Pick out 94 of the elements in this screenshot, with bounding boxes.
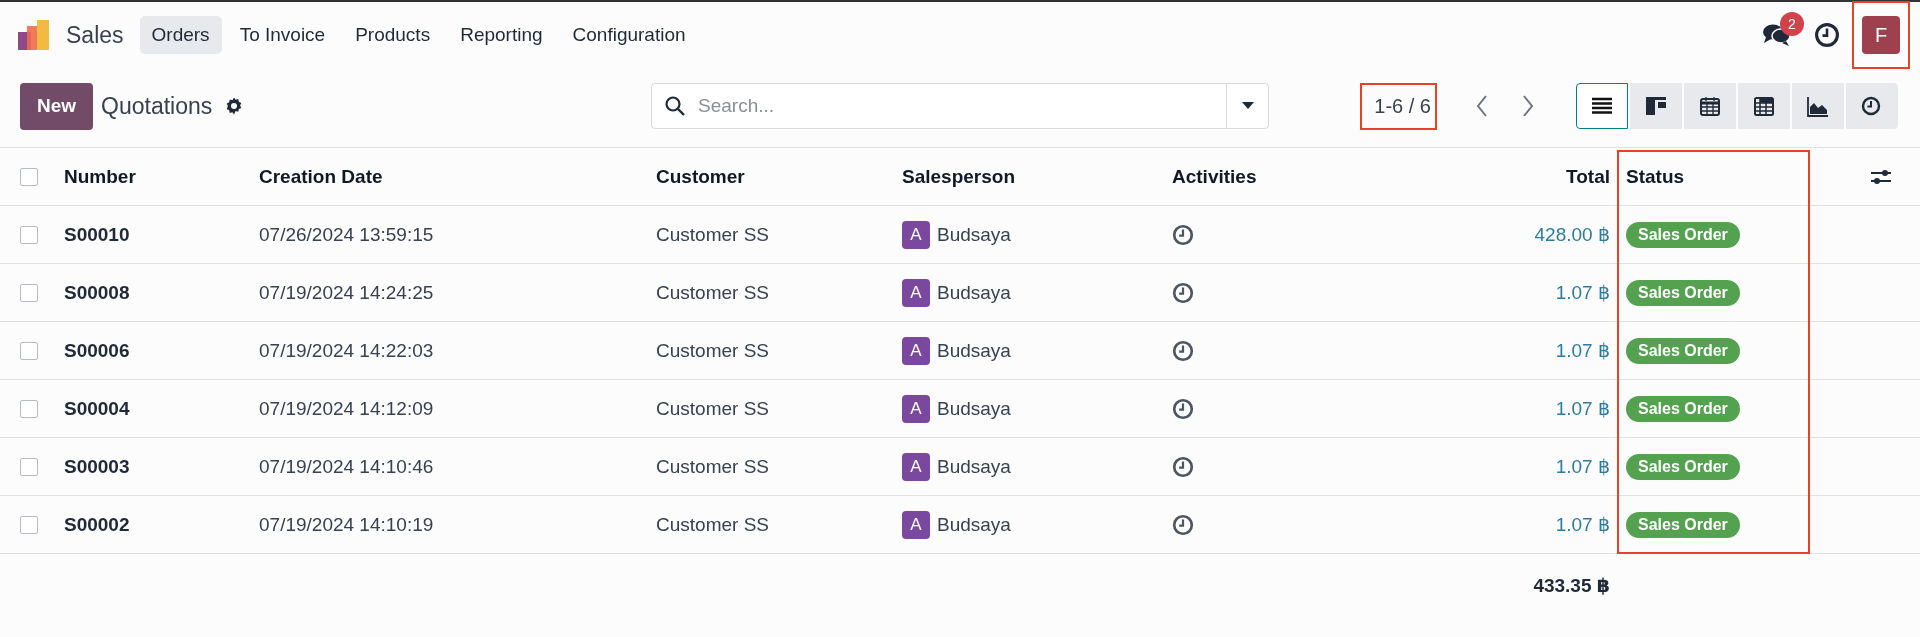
checkbox[interactable] [20,515,38,534]
new-button[interactable]: New [20,82,94,130]
salesperson-avatar: A [902,336,930,365]
order-number: S00008 [64,281,130,304]
area-chart-icon [1807,95,1829,117]
column-header[interactable]: Status [1626,165,1685,188]
amount: 1.07 ฿ [1555,513,1610,536]
menu-item[interactable]: To Invoice [227,16,338,54]
column-header[interactable]: Total [1566,165,1610,188]
checkbox[interactable] [20,341,38,360]
app-logo-icon[interactable] [18,18,52,52]
clock-icon[interactable] [1172,281,1194,304]
salesperson-name: Budsaya [937,223,1011,246]
kanban-icon [1645,95,1667,117]
table-cell: 07/26/2024 13:59:15 [259,223,434,246]
clock-icon[interactable] [1172,455,1194,478]
calendar-icon [1699,95,1721,117]
chevron-left-icon [1476,95,1488,117]
user-avatar[interactable]: F [1862,16,1900,54]
clock-icon [1861,95,1883,117]
salesperson-name: Budsaya [937,397,1011,420]
order-number: S00010 [64,223,130,246]
salesperson-avatar: A [902,452,930,481]
table-cell: Customer SS [656,513,769,536]
table-cell: 07/19/2024 14:10:46 [259,455,434,478]
message-count-badge: 2 [1780,12,1804,36]
salesperson-name: Budsaya [937,513,1011,536]
column-header[interactable]: Number [64,165,136,188]
amount: 1.07 ฿ [1555,455,1610,478]
list-icon [1591,95,1613,117]
amount: 1.07 ฿ [1555,281,1610,304]
table-cell: 07/19/2024 14:10:19 [259,513,434,536]
area-chart-view-button[interactable] [1792,83,1844,129]
app-name[interactable]: Sales [66,21,124,49]
salesperson-name: Budsaya [937,455,1011,478]
salesperson-name: Budsaya [937,281,1011,304]
page-title: Quotations [101,92,213,120]
salesperson-avatar: A [902,220,930,249]
menu-item[interactable]: Orders [139,16,222,54]
amount: 1.07 ฿ [1555,397,1610,420]
column-header[interactable]: Customer [656,165,745,188]
order-number: S00002 [64,513,130,536]
table-cell: Customer SS [656,223,769,246]
salesperson-name: Budsaya [937,339,1011,362]
table-cell: 07/19/2024 14:12:09 [259,397,434,420]
clock-icon[interactable] [1814,22,1840,48]
order-number: S00004 [64,397,130,420]
search-field[interactable]: Search... [696,94,1226,118]
menu-item[interactable]: Configuration [560,16,698,54]
table-cell: 07/19/2024 14:22:03 [259,339,434,362]
chevron-right-icon [1522,95,1534,117]
table-cell: Customer SS [656,339,769,362]
order-number: S00003 [64,455,130,478]
status-badge: Sales Order [1626,511,1740,538]
clock-icon[interactable] [1172,339,1194,362]
clock-icon[interactable] [1172,223,1194,246]
order-number: S00006 [64,339,130,362]
grand-total: 433.35 ฿ [1533,573,1610,597]
table-cell: Customer SS [656,455,769,478]
salesperson-avatar: A [902,394,930,423]
status-badge: Sales Order [1626,453,1740,480]
amount: 1.07 ฿ [1555,339,1610,362]
table-grid-view-button[interactable] [1738,83,1790,129]
table-cell: Customer SS [656,281,769,304]
checkbox[interactable] [20,167,38,186]
table-cell: Customer SS [656,397,769,420]
search-box[interactable]: Search... [651,83,1269,129]
checkbox[interactable] [20,399,38,418]
checkbox[interactable] [20,457,38,476]
search-icon [664,95,686,117]
clock-icon[interactable] [1172,513,1194,536]
table-grid-icon [1753,95,1775,117]
calendar-view-button[interactable] [1684,83,1736,129]
pager-value[interactable]: 1-6 / 6 [1374,94,1431,118]
checkbox[interactable] [20,225,38,244]
caret-icon [1241,102,1254,110]
column-header[interactable]: Creation Date [259,165,383,188]
status-badge: Sales Order [1626,395,1740,422]
amount: 428.00 ฿ [1534,223,1610,246]
table-cell: 07/19/2024 14:24:25 [259,281,434,304]
status-badge: Sales Order [1626,221,1740,248]
checkbox[interactable] [20,283,38,302]
clock-view-button[interactable] [1846,83,1898,129]
salesperson-avatar: A [902,510,930,539]
status-badge: Sales Order [1626,337,1740,364]
status-badge: Sales Order [1626,279,1740,306]
menu-item[interactable]: Products [343,16,443,54]
salesperson-avatar: A [902,278,930,307]
kanban-view-button[interactable] [1630,83,1682,129]
list-view-button[interactable] [1576,83,1628,129]
clock-icon[interactable] [1172,397,1194,420]
menu-item[interactable]: Reporting [448,16,555,54]
column-header[interactable]: Activities [1172,165,1257,188]
column-header[interactable]: Salesperson [902,165,1015,188]
